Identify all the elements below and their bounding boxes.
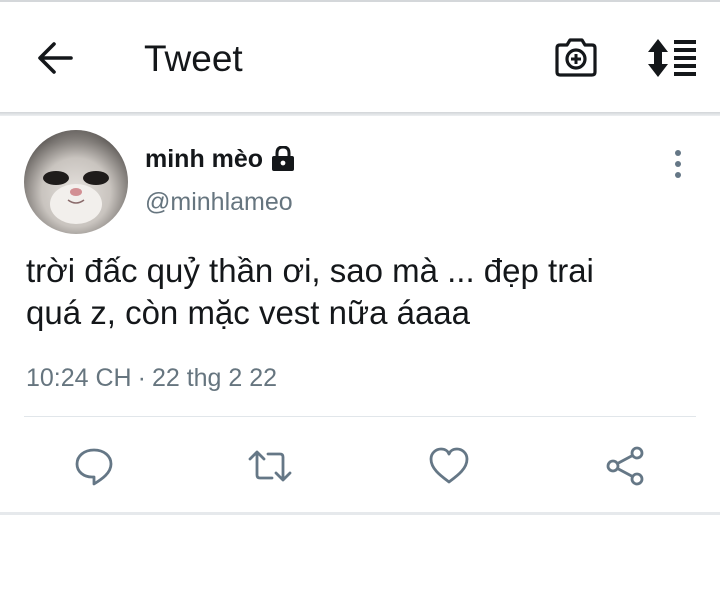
- author-name-row: minh mèo: [145, 142, 295, 176]
- heart-icon: [427, 444, 471, 488]
- header-divider: [0, 112, 720, 116]
- tweet-date: 22 thg 2 22: [151, 364, 278, 392]
- page-title: Tweet: [144, 38, 243, 79]
- camera-add-icon: [553, 36, 599, 80]
- tweet-text: trời đấc quỷ thần ơi, sao mà ... đẹp tra…: [26, 250, 686, 334]
- avatar[interactable]: [24, 130, 128, 234]
- reply-button[interactable]: [72, 444, 116, 488]
- like-button[interactable]: [427, 444, 471, 488]
- more-vertical-icon: [664, 148, 692, 180]
- share-icon: [604, 444, 648, 488]
- arrow-left-icon: [34, 38, 78, 78]
- tweet-time: 10:24 CH: [26, 364, 132, 392]
- tweet-text-line-2: quá z, còn mặc vest nữa áaaa: [26, 294, 471, 331]
- bottom-divider: [0, 512, 720, 515]
- share-button[interactable]: [604, 444, 648, 488]
- cat-avatar-image: [24, 130, 128, 234]
- reply-icon: [72, 444, 116, 488]
- meta-separator: ·: [137, 364, 146, 392]
- tweet-menu-button[interactable]: [664, 148, 692, 180]
- back-button[interactable]: [34, 38, 78, 78]
- author-name[interactable]: minh mèo: [145, 144, 263, 174]
- actions-divider: [24, 416, 696, 417]
- tweet-timestamp: 10:24 CH · 22 thg 2 22: [26, 362, 277, 394]
- lock-icon: [271, 146, 295, 172]
- author-handle[interactable]: @minhlameo: [145, 186, 293, 218]
- retweet-button[interactable]: [248, 444, 292, 488]
- tweet-detail-screen: Tweet minh mèo @minhlameo trời đấc quỷ t…: [0, 0, 720, 600]
- header-bar: [0, 2, 720, 113]
- retweet-icon: [248, 444, 292, 488]
- sort-button[interactable]: [645, 36, 699, 80]
- camera-button[interactable]: [553, 36, 599, 80]
- tweet-text-line-1: trời đấc quỷ thần ơi, sao mà ... đẹp tra…: [26, 252, 594, 289]
- sort-list-icon: [645, 36, 699, 80]
